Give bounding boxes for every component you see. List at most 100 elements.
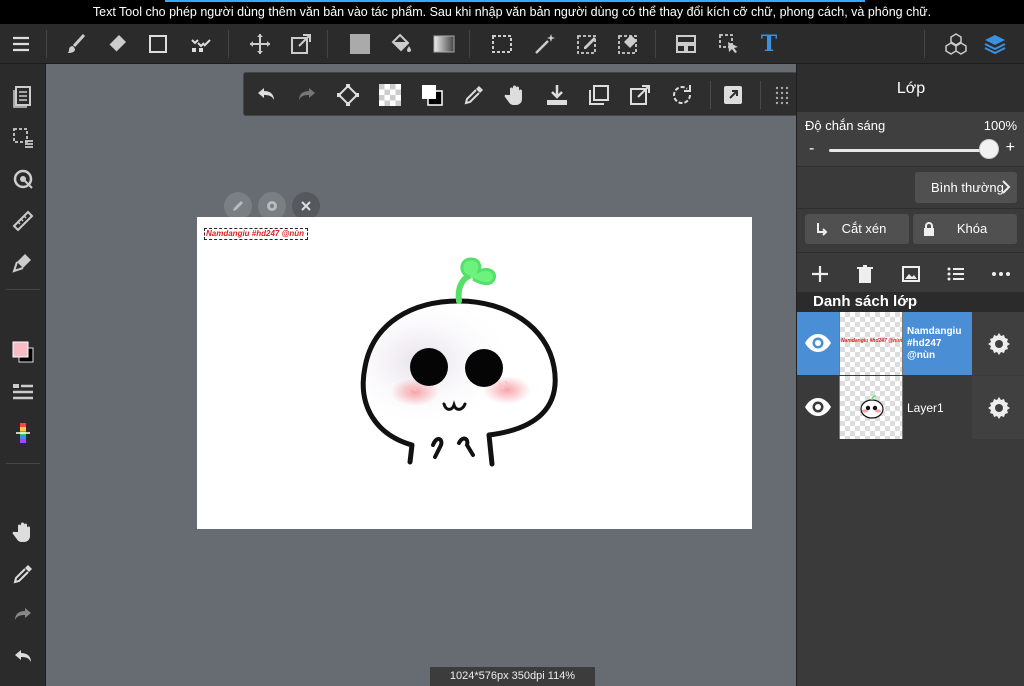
opacity-increase-button[interactable]: + <box>1006 139 1015 157</box>
layer-row-text[interactable]: Namdangiu #hd247 @nùn Namdangiu #hd247 @… <box>797 312 1024 375</box>
blend-mode-row: Bình thường <box>797 166 1024 208</box>
color-swap-icon[interactable] <box>416 79 448 111</box>
external-icon[interactable] <box>717 79 749 111</box>
toolbar-divider <box>6 289 40 290</box>
text-icon[interactable]: T <box>753 28 785 60</box>
menu-icon[interactable] <box>5 28 37 60</box>
toolbar-divider <box>655 30 656 58</box>
lock-label: Khóa <box>956 221 988 236</box>
brush-list-icon[interactable] <box>7 376 39 408</box>
layer-thumbnail <box>839 376 903 439</box>
palette-icon[interactable] <box>7 417 39 449</box>
import-image-icon[interactable] <box>898 261 924 287</box>
dot-icon[interactable] <box>185 28 217 60</box>
toolbar-divider <box>6 463 40 464</box>
undo-icon[interactable] <box>7 641 39 673</box>
caption-accent-bar <box>165 0 865 2</box>
top-toolbar: T <box>0 24 1024 64</box>
select-rect-icon[interactable] <box>486 28 518 60</box>
fill-square-icon[interactable] <box>344 28 376 60</box>
select-list-icon[interactable] <box>7 122 39 154</box>
magic-wand-icon[interactable] <box>529 28 561 60</box>
clipping-button[interactable]: Cắt xén <box>805 214 909 244</box>
move-icon[interactable] <box>244 28 276 60</box>
layer-list-icon[interactable] <box>943 261 969 287</box>
panel-title: Lớp <box>797 64 1024 112</box>
hand-icon[interactable] <box>499 79 531 111</box>
character-thumbnail <box>860 395 884 419</box>
hand-icon[interactable] <box>7 516 39 548</box>
clipping-label: Cắt xén <box>841 221 887 236</box>
layer-thumbnail: Namdangiu #hd247 @nùn <box>839 312 903 375</box>
operation-icon[interactable] <box>713 28 745 60</box>
export-icon[interactable] <box>624 79 656 111</box>
opacity-value: 100% <box>983 118 1017 133</box>
toolbar-divider <box>327 30 328 58</box>
select-eraser-icon[interactable] <box>612 28 644 60</box>
opacity-slider[interactable] <box>829 149 989 152</box>
eyedropper-icon[interactable] <box>458 79 490 111</box>
gradient-icon[interactable] <box>428 28 460 60</box>
undo-icon[interactable] <box>250 79 282 111</box>
drawing-canvas[interactable]: Namdangiu #hd247 @nùn <box>197 217 752 529</box>
rectangle-icon[interactable] <box>142 28 174 60</box>
layer-actions-row <box>797 252 1024 292</box>
delete-layer-icon[interactable] <box>852 261 878 287</box>
layer-settings-icon[interactable] <box>972 312 1024 375</box>
opacity-label: Độ chắn sáng <box>805 118 886 133</box>
blend-mode-label: Bình thường <box>931 180 1004 195</box>
grip-icon[interactable] <box>766 79 798 111</box>
eraser-icon[interactable] <box>101 28 133 60</box>
toolbar-divider <box>46 30 47 58</box>
close-icon[interactable] <box>292 192 320 220</box>
layer-thumbnail-text: Namdangiu #hd247 @nùn <box>841 338 903 344</box>
toolbar-divider <box>710 81 711 109</box>
opacity-decrease-button[interactable]: - <box>809 140 814 158</box>
caption-text: Text Tool cho phép người dùng thêm văn b… <box>92 5 932 19</box>
frame-divider-icon[interactable] <box>670 28 702 60</box>
character-drawing <box>360 257 558 467</box>
layer-row-layer1[interactable]: Layer1 <box>797 376 1024 439</box>
layer-name: Namdangiu #hd247 @nùn <box>907 325 962 361</box>
ruler-icon[interactable] <box>7 205 39 237</box>
materials-icon[interactable] <box>940 28 972 60</box>
transform-icon[interactable] <box>332 79 364 111</box>
opacity-row: Độ chắn sáng 100% - + <box>797 112 1024 166</box>
clip-lock-row: Cắt xén Khóa <box>797 208 1024 252</box>
eyedropper-icon[interactable] <box>7 558 39 590</box>
layers-icon[interactable] <box>979 28 1011 60</box>
status-bar: 1024*576px 350dpi 114% <box>430 667 595 686</box>
left-toolbar <box>0 64 46 686</box>
more-icon[interactable] <box>988 261 1014 287</box>
redo-icon[interactable] <box>7 599 39 631</box>
redo-icon[interactable] <box>291 79 323 111</box>
bucket-icon[interactable] <box>385 28 417 60</box>
brush-marker-icon[interactable] <box>7 246 39 278</box>
layer-name: Layer1 <box>907 400 944 415</box>
transform-icon[interactable] <box>285 28 317 60</box>
layer-list-title: Danh sách lớp <box>797 292 1024 312</box>
color-icon[interactable] <box>7 336 39 368</box>
layer-settings-icon[interactable] <box>972 376 1024 439</box>
select-pen-icon[interactable] <box>571 28 603 60</box>
tutorial-caption: Text Tool cho phép người dùng thêm văn b… <box>0 0 1024 24</box>
floating-toolbar <box>243 72 803 116</box>
brush-icon[interactable] <box>60 28 92 60</box>
snap-icon[interactable] <box>7 163 39 195</box>
lock-button[interactable]: Khóa <box>913 214 1017 244</box>
toolbar-divider <box>469 30 470 58</box>
duplicate-icon[interactable] <box>583 79 615 111</box>
text-settings-icon[interactable] <box>258 192 286 220</box>
save-icon[interactable] <box>541 79 573 111</box>
toolbar-divider <box>760 81 761 109</box>
layer-panel: Lớp Độ chắn sáng 100% - + Bình thường Cắ… <box>796 64 1024 686</box>
transparent-icon[interactable] <box>374 79 406 111</box>
edit-text-icon[interactable] <box>224 192 252 220</box>
visibility-eye-icon[interactable] <box>803 330 833 356</box>
blend-mode-button[interactable]: Bình thường <box>915 172 1017 203</box>
opacity-slider-thumb[interactable] <box>979 139 999 159</box>
layer-sheet-icon[interactable] <box>7 80 39 112</box>
rotate-icon[interactable] <box>666 79 698 111</box>
visibility-eye-icon[interactable] <box>803 394 833 420</box>
add-layer-icon[interactable] <box>807 261 833 287</box>
